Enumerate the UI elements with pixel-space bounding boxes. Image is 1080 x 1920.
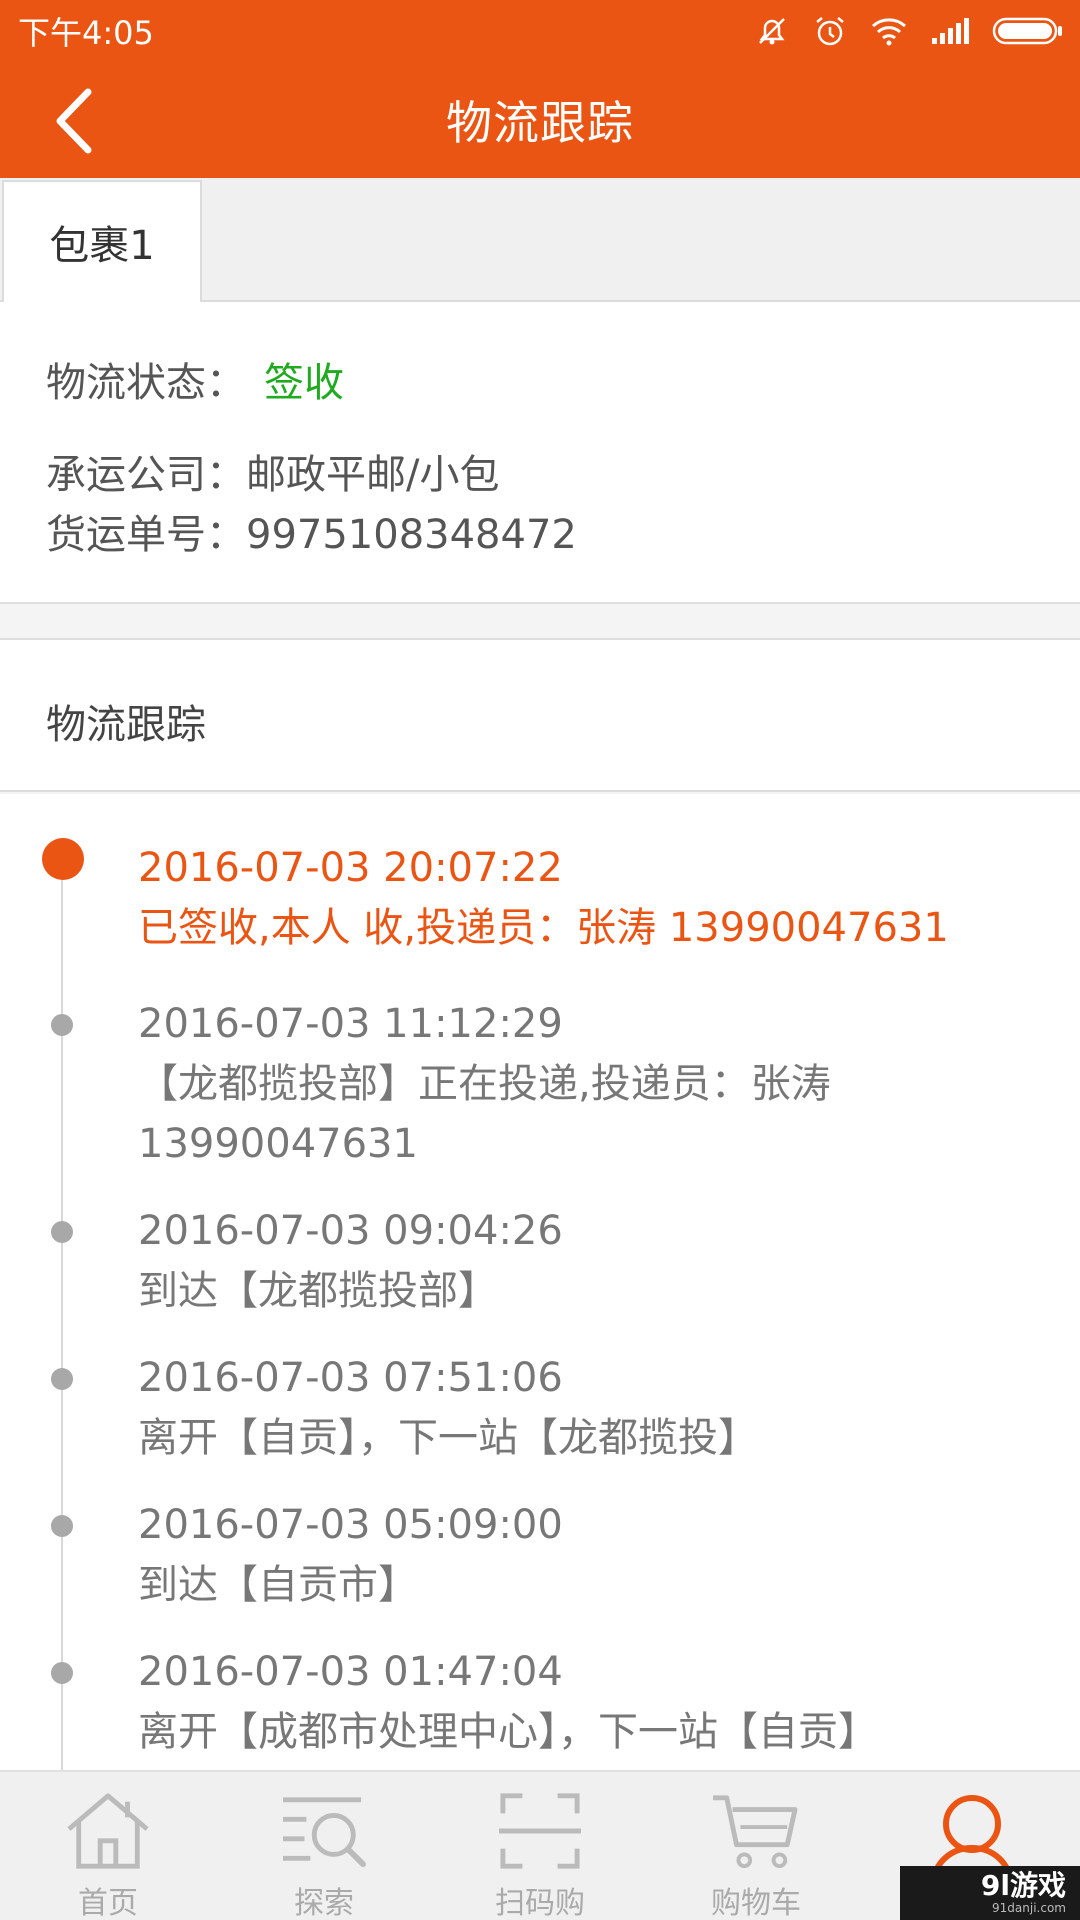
event-desc: 到达【龙都揽投部】 bbox=[138, 1268, 498, 1314]
wifi-icon bbox=[870, 15, 908, 47]
timeline-dot bbox=[51, 1014, 73, 1036]
tracking-number: 货运单号：9975108348472 bbox=[46, 512, 577, 558]
carrier-company: 承运公司：邮政平邮/小包 bbox=[46, 452, 500, 498]
explore-icon bbox=[283, 1797, 366, 1868]
nav-scan-label: 扫码购 bbox=[495, 1886, 585, 1920]
nav-cart-label: 购物车 bbox=[711, 1886, 801, 1920]
event-time: 2016-07-03 11:12:29 bbox=[138, 1001, 563, 1047]
status-label: 物流状态： bbox=[46, 360, 246, 406]
status-value: 签收 bbox=[264, 360, 344, 406]
event-time: 2016-07-03 01:47:04 bbox=[138, 1649, 563, 1695]
timeline-entry: 2016-07-03 11:12:29 【龙都揽投部】正在投递,投递员：张涛 1… bbox=[138, 994, 1038, 1174]
battery-icon bbox=[992, 16, 1064, 46]
timeline-entry: 2016-07-03 09:04:26 到达【龙都揽投部】 bbox=[138, 1201, 1038, 1321]
package-info-card: 物流状态： 签收 承运公司：邮政平邮/小包 货运单号：9975108348472 bbox=[0, 302, 1080, 604]
timeline-entry: 2016-07-03 01:47:04 离开【成都市处理中心】，下一站【自贡】 bbox=[138, 1642, 1038, 1762]
alarm-icon bbox=[812, 13, 848, 49]
logistics-status-row: 物流状态： 签收 bbox=[46, 350, 344, 408]
event-time: 2016-07-03 09:04:26 bbox=[138, 1208, 563, 1254]
screen: 下午4:05 物流跟踪 包裹1 物流状态： 签收 承运公司：邮政平邮/小包 货运… bbox=[0, 0, 1080, 1920]
tracking-section-header: 物流跟踪 bbox=[0, 638, 1080, 792]
nav-scan[interactable]: 扫码购 bbox=[432, 1772, 648, 1920]
event-time: 2016-07-03 07:51:06 bbox=[138, 1355, 563, 1401]
timeline-line bbox=[61, 858, 63, 1770]
event-desc: 离开【自贡】，下一站【龙都揽投】 bbox=[138, 1415, 758, 1461]
watermark-logo: 9l游戏 91danji.com bbox=[900, 1866, 1080, 1920]
scan-icon bbox=[499, 1793, 581, 1869]
nav-cart[interactable]: 购物车 bbox=[648, 1772, 864, 1920]
timeline-dot bbox=[51, 1368, 73, 1390]
nav-home-label: 首页 bbox=[78, 1886, 138, 1920]
timeline-entry: 2016-07-03 20:07:22 已签收,本人 收,投递员：张涛 1399… bbox=[138, 838, 1038, 958]
home-icon bbox=[67, 1793, 149, 1869]
watermark-url: 91danji.com bbox=[992, 1901, 1066, 1915]
watermark-text: 9l游戏 bbox=[980, 1869, 1066, 1902]
timeline-entry: 2016-07-03 07:51:06 离开【自贡】，下一站【龙都揽投】 bbox=[138, 1348, 1038, 1468]
mute-icon bbox=[754, 13, 790, 49]
timeline-dot bbox=[51, 1515, 73, 1537]
tracking-section-title: 物流跟踪 bbox=[46, 702, 206, 748]
signal-icon bbox=[930, 16, 970, 46]
status-bar: 下午4:05 bbox=[0, 0, 1080, 62]
event-time: 2016-07-03 20:07:22 bbox=[138, 845, 563, 891]
app-header: 物流跟踪 bbox=[0, 62, 1080, 178]
event-time: 2016-07-03 05:09:00 bbox=[138, 1502, 563, 1548]
nav-explore-label: 探索 bbox=[294, 1886, 354, 1920]
event-desc: 已签收,本人 收,投递员：张涛 13990047631 bbox=[138, 905, 949, 951]
timeline-dot bbox=[51, 1221, 73, 1243]
tab-package-1[interactable]: 包裹1 bbox=[2, 180, 202, 302]
timeline-dot-current bbox=[42, 838, 84, 880]
event-desc: 到达【自贡市】 bbox=[138, 1562, 418, 1608]
event-desc: 【龙都揽投部】正在投递,投递员：张涛 bbox=[138, 1061, 831, 1107]
status-icons bbox=[754, 13, 1064, 49]
page-title: 物流跟踪 bbox=[446, 96, 634, 150]
timeline-entry: 2016-07-03 05:09:00 到达【自贡市】 bbox=[138, 1495, 1038, 1615]
event-desc: 离开【成都市处理中心】，下一站【自贡】 bbox=[138, 1709, 878, 1755]
event-desc-continued: 13990047631 bbox=[138, 1121, 418, 1167]
timeline-dot bbox=[51, 1662, 73, 1684]
nav-explore[interactable]: 探索 bbox=[216, 1772, 432, 1920]
tracking-timeline[interactable]: 2016-07-03 20:07:22 已签收,本人 收,投递员：张涛 1399… bbox=[0, 794, 1080, 1770]
status-time: 下午4:05 bbox=[18, 14, 154, 52]
nav-home[interactable]: 首页 bbox=[0, 1772, 216, 1920]
package-tabs: 包裹1 bbox=[0, 178, 1080, 302]
cart-icon bbox=[713, 1795, 798, 1869]
